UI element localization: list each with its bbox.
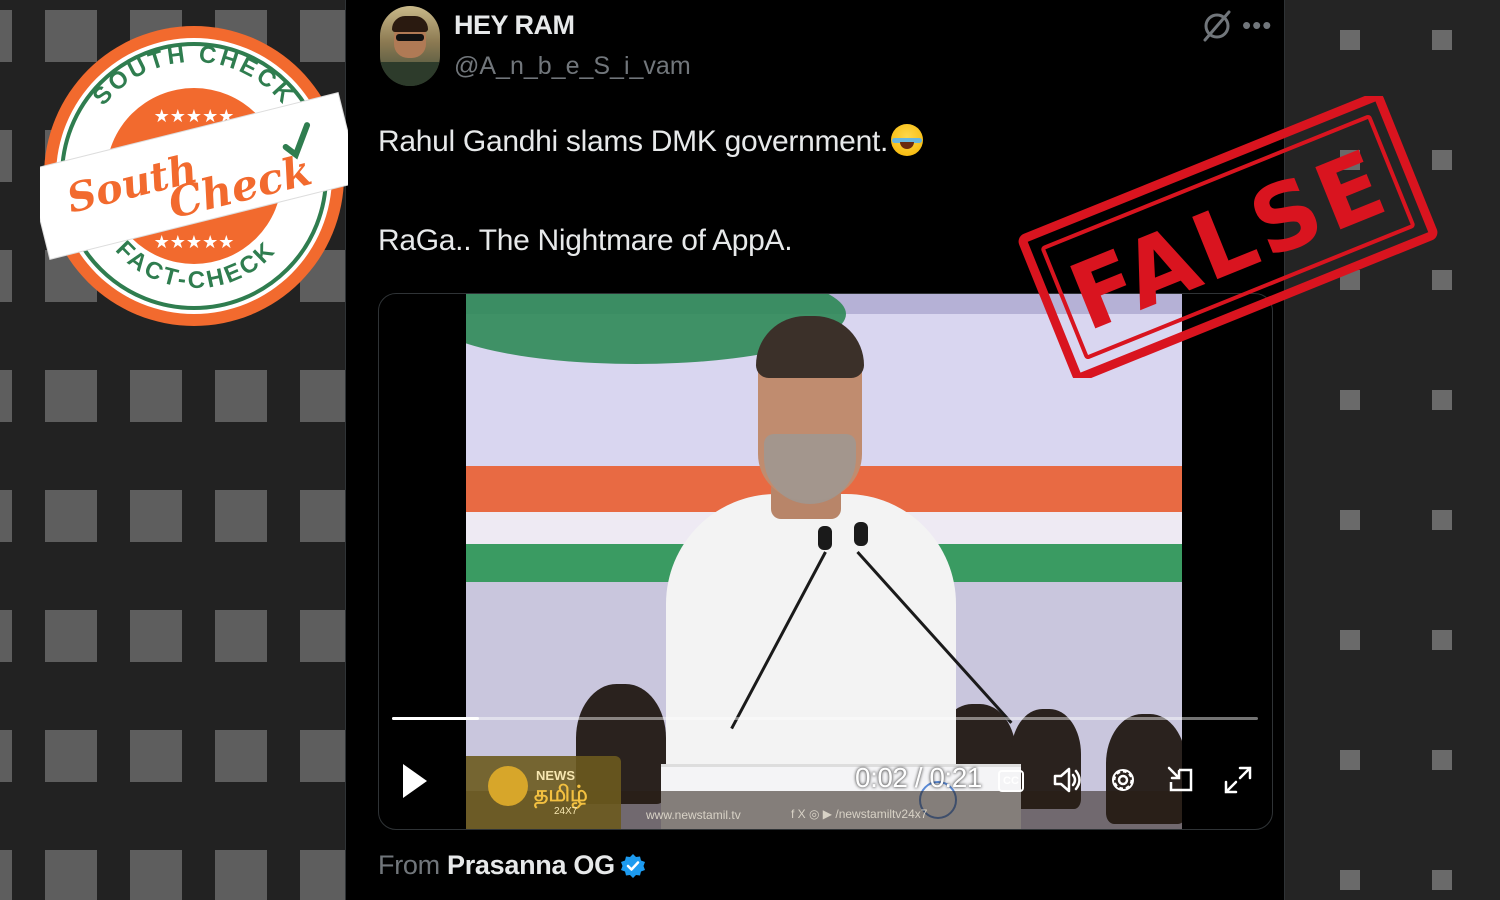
background-square: [130, 850, 182, 900]
volume-icon[interactable]: [1051, 764, 1083, 796]
background-square: [1432, 750, 1452, 770]
play-icon[interactable]: [403, 764, 427, 798]
background-square: [130, 370, 182, 422]
source-name[interactable]: Prasanna OG: [447, 850, 615, 880]
grok-icon[interactable]: [1199, 8, 1235, 44]
background-square: [130, 490, 182, 542]
background-square: [300, 610, 345, 662]
time-display: 0:02 / 0:21: [855, 762, 982, 793]
background-square: [45, 850, 97, 900]
tweet-text-line1: Rahul Gandhi slams DMK government.: [378, 124, 924, 159]
cc-icon[interactable]: CC: [998, 770, 1024, 792]
background-square: [1432, 390, 1452, 410]
background-square: [45, 370, 97, 422]
background-square: [0, 730, 12, 782]
background-square: [1340, 30, 1360, 50]
background-square: [1340, 390, 1360, 410]
channel-tag: 24X7: [554, 806, 578, 817]
background-square: [1340, 510, 1360, 530]
background-square: [130, 730, 182, 782]
watermark-url: www.newstamil.tv: [646, 808, 741, 822]
background-square: [0, 490, 12, 542]
background-square: [300, 730, 345, 782]
background-square: [45, 610, 97, 662]
background-square: [1340, 630, 1360, 650]
avatar[interactable]: [380, 6, 440, 86]
background-square: [0, 370, 12, 422]
background-square: [300, 490, 345, 542]
display-name[interactable]: HEY RAM: [454, 10, 575, 41]
background-square: [0, 130, 12, 182]
fullscreen-icon[interactable]: [1222, 764, 1254, 796]
south-check-logo: SOUTH CHECK FACT-CHECK ★★★★★ ★★★★★ South…: [40, 26, 348, 326]
background-square: [215, 850, 267, 900]
background-square: [130, 610, 182, 662]
duration: 0:21: [929, 762, 982, 793]
background-square: [0, 250, 12, 302]
progress-bar[interactable]: [392, 717, 1258, 720]
background-square: [215, 370, 267, 422]
pip-minimize-icon[interactable]: [1165, 764, 1197, 796]
source-attribution: From Prasanna OG: [378, 850, 646, 881]
more-icon[interactable]: •••: [1242, 10, 1272, 41]
face-with-tears-of-joy-icon: [891, 124, 924, 156]
logo-stars-bottom: ★★★★★: [154, 232, 235, 253]
user-handle[interactable]: @A_n_b_e_S_i_vam: [454, 52, 691, 81]
background-square: [1340, 870, 1360, 890]
tweet-text-line2: RaGa.. The Nightmare of AppA.: [378, 224, 793, 257]
background-square: [1432, 510, 1452, 530]
background-square: [0, 610, 12, 662]
progress-fill: [392, 717, 479, 720]
background-square: [1340, 750, 1360, 770]
background-square: [1432, 30, 1452, 50]
background-square: [0, 850, 12, 900]
background-square: [300, 370, 345, 422]
globe-icon: [488, 766, 528, 806]
from-prefix: From: [378, 850, 440, 880]
verified-badge-icon: [620, 854, 645, 878]
tweet-text: Rahul Gandhi slams DMK government.: [378, 125, 889, 158]
settings-gear-icon[interactable]: [1107, 764, 1139, 796]
background-square: [45, 730, 97, 782]
background-square: [215, 610, 267, 662]
background-square: [1432, 630, 1452, 650]
background-square: [45, 490, 97, 542]
false-stamp: FALSE: [1018, 96, 1438, 378]
background-square: [215, 730, 267, 782]
background-square: [215, 490, 267, 542]
background-square: [0, 10, 12, 62]
background-square: [300, 850, 345, 900]
background-square: [1432, 870, 1452, 890]
elapsed-time: 0:02: [855, 762, 908, 793]
watermark-social: f X ◎ ▶ /newstamiltv24x7: [791, 807, 928, 821]
